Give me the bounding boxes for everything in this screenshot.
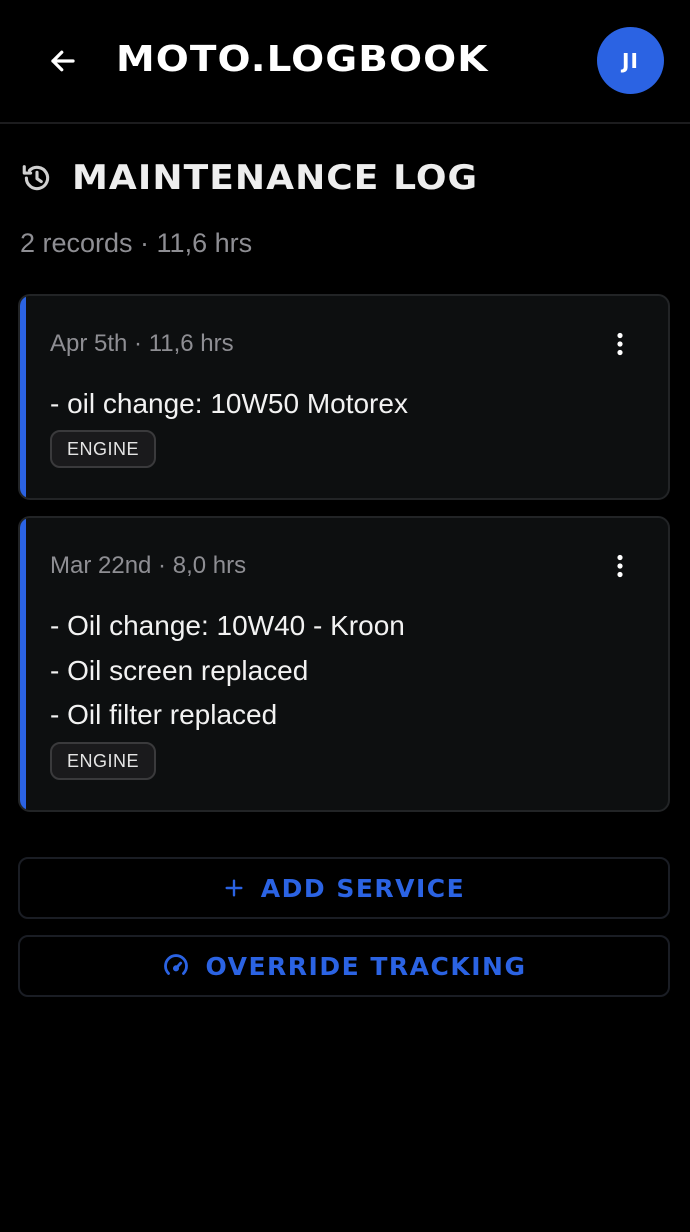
more-vertical-icon — [617, 554, 623, 578]
more-vertical-icon — [617, 332, 623, 356]
record-menu-button[interactable] — [608, 552, 632, 580]
arrow-left-icon — [51, 50, 75, 72]
record-card[interactable]: Apr 5th · 11,6 hrs - oil change: 10W50 M… — [18, 294, 670, 500]
speedometer-icon — [162, 952, 190, 980]
add-service-label: ADD SERVICE — [260, 873, 466, 903]
record-meta: Mar 22nd · 8,0 hrs — [50, 552, 247, 579]
record-tag[interactable]: ENGINE — [50, 430, 157, 468]
record-note-line: - oil change: 10W50 Motorex — [50, 388, 408, 419]
section-heading: MAINTENANCE LOG — [20, 156, 477, 200]
record-notes: - oil change: 10W50 Motorex — [50, 382, 628, 427]
history-icon — [22, 165, 50, 191]
record-card[interactable]: Mar 22nd · 8,0 hrs - Oil change: 10W40 -… — [18, 516, 670, 812]
record-note-line: - Oil change: 10W40 - Kroon — [50, 610, 405, 641]
user-avatar[interactable]: JI — [597, 27, 664, 94]
add-service-button[interactable]: ADD SERVICE — [18, 857, 670, 919]
record-note-line: - Oil screen replaced — [50, 654, 309, 686]
record-menu-button[interactable] — [608, 330, 632, 358]
plus-icon — [223, 877, 245, 899]
override-tracking-label: OVERRIDE TRACKING — [205, 951, 527, 981]
record-note-line: - Oil filter replaced — [50, 699, 278, 730]
back-button[interactable] — [42, 40, 84, 82]
app-root: MOTO.LOGBOOK JI MAINTENANCE LOG 2 record… — [0, 0, 690, 1232]
records-summary: 2 records · 11,6 hrs — [20, 228, 253, 258]
app-title: MOTO.LOGBOOK — [116, 39, 489, 80]
record-tag[interactable]: ENGINE — [50, 742, 157, 780]
record-meta: Apr 5th · 11,6 hrs — [50, 330, 234, 357]
section-title: MAINTENANCE LOG — [72, 158, 479, 198]
app-header: MOTO.LOGBOOK JI — [0, 0, 690, 124]
record-notes: - Oil change: 10W40 - Kroon - Oil screen… — [50, 604, 628, 738]
override-tracking-button[interactable]: OVERRIDE TRACKING — [18, 935, 670, 997]
